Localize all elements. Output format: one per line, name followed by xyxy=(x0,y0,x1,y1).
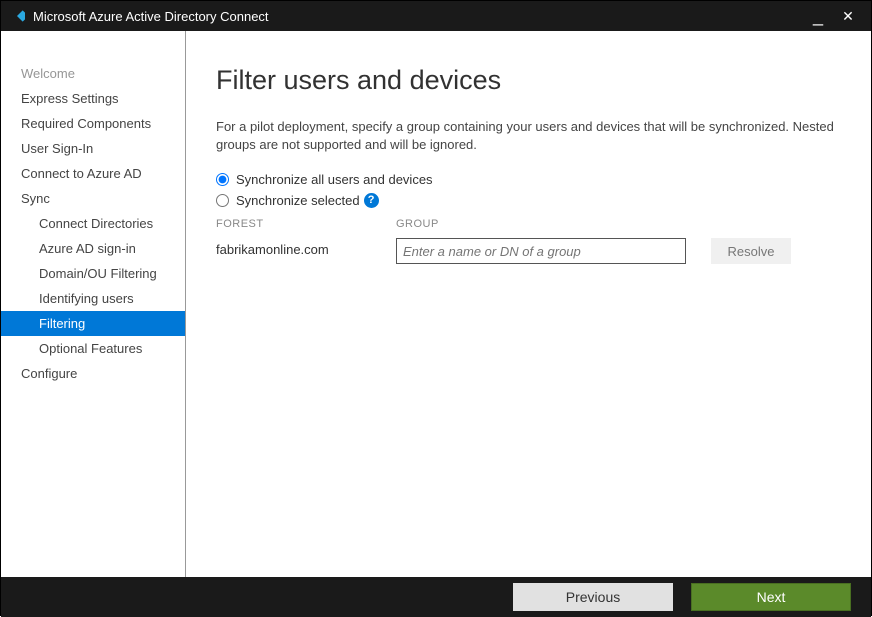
group-input[interactable] xyxy=(396,238,686,264)
azure-logo-icon xyxy=(9,8,25,24)
footer: Previous Next xyxy=(1,577,871,617)
content: Filter users and devices For a pilot dep… xyxy=(186,31,871,577)
nav-filtering[interactable]: Filtering xyxy=(1,311,185,336)
nav-optional-features[interactable]: Optional Features xyxy=(1,336,185,361)
forest-value: fabrikamonline.com xyxy=(216,238,396,257)
main: Welcome Express Settings Required Compon… xyxy=(1,31,871,577)
previous-button[interactable]: Previous xyxy=(513,583,673,611)
window-title: Microsoft Azure Active Directory Connect xyxy=(33,9,803,24)
nav-azure-ad-signin[interactable]: Azure AD sign-in xyxy=(1,236,185,261)
nav-required-components[interactable]: Required Components xyxy=(1,111,185,136)
nav-express-settings[interactable]: Express Settings xyxy=(1,86,185,111)
page-description: For a pilot deployment, specify a group … xyxy=(216,118,836,154)
radio-sync-selected[interactable]: Synchronize selected ? xyxy=(216,193,841,208)
close-button[interactable]: ✕ xyxy=(833,8,863,25)
nav-domain-ou-filtering[interactable]: Domain/OU Filtering xyxy=(1,261,185,286)
minimize-button[interactable]: _ xyxy=(803,13,833,19)
resolve-header-spacer xyxy=(711,218,791,230)
radio-sync-all[interactable]: Synchronize all users and devices xyxy=(216,172,841,187)
forest-header: FOREST xyxy=(216,218,396,230)
radio-sync-selected-label: Synchronize selected xyxy=(236,193,360,208)
resolve-column: Resolve xyxy=(691,218,791,264)
nav-welcome[interactable]: Welcome xyxy=(1,61,185,86)
resolve-button[interactable]: Resolve xyxy=(711,238,791,264)
nav-user-signin[interactable]: User Sign-In xyxy=(1,136,185,161)
nav-sync[interactable]: Sync xyxy=(1,186,185,211)
sidebar: Welcome Express Settings Required Compon… xyxy=(1,31,186,577)
help-icon[interactable]: ? xyxy=(364,193,379,208)
forest-column: FOREST fabrikamonline.com xyxy=(216,218,396,264)
radio-sync-all-label: Synchronize all users and devices xyxy=(236,172,433,187)
nav-connect-azure-ad[interactable]: Connect to Azure AD xyxy=(1,161,185,186)
group-column: GROUP xyxy=(396,218,691,264)
nav-connect-directories[interactable]: Connect Directories xyxy=(1,211,185,236)
titlebar: Microsoft Azure Active Directory Connect… xyxy=(1,1,871,31)
radio-sync-all-input[interactable] xyxy=(216,173,229,186)
nav-configure[interactable]: Configure xyxy=(1,361,185,386)
group-header: GROUP xyxy=(396,218,691,230)
nav-identifying-users[interactable]: Identifying users xyxy=(1,286,185,311)
radio-sync-selected-input[interactable] xyxy=(216,194,229,207)
filter-columns: FOREST fabrikamonline.com GROUP Resolve xyxy=(216,218,841,264)
page-title: Filter users and devices xyxy=(216,65,841,96)
next-button[interactable]: Next xyxy=(691,583,851,611)
